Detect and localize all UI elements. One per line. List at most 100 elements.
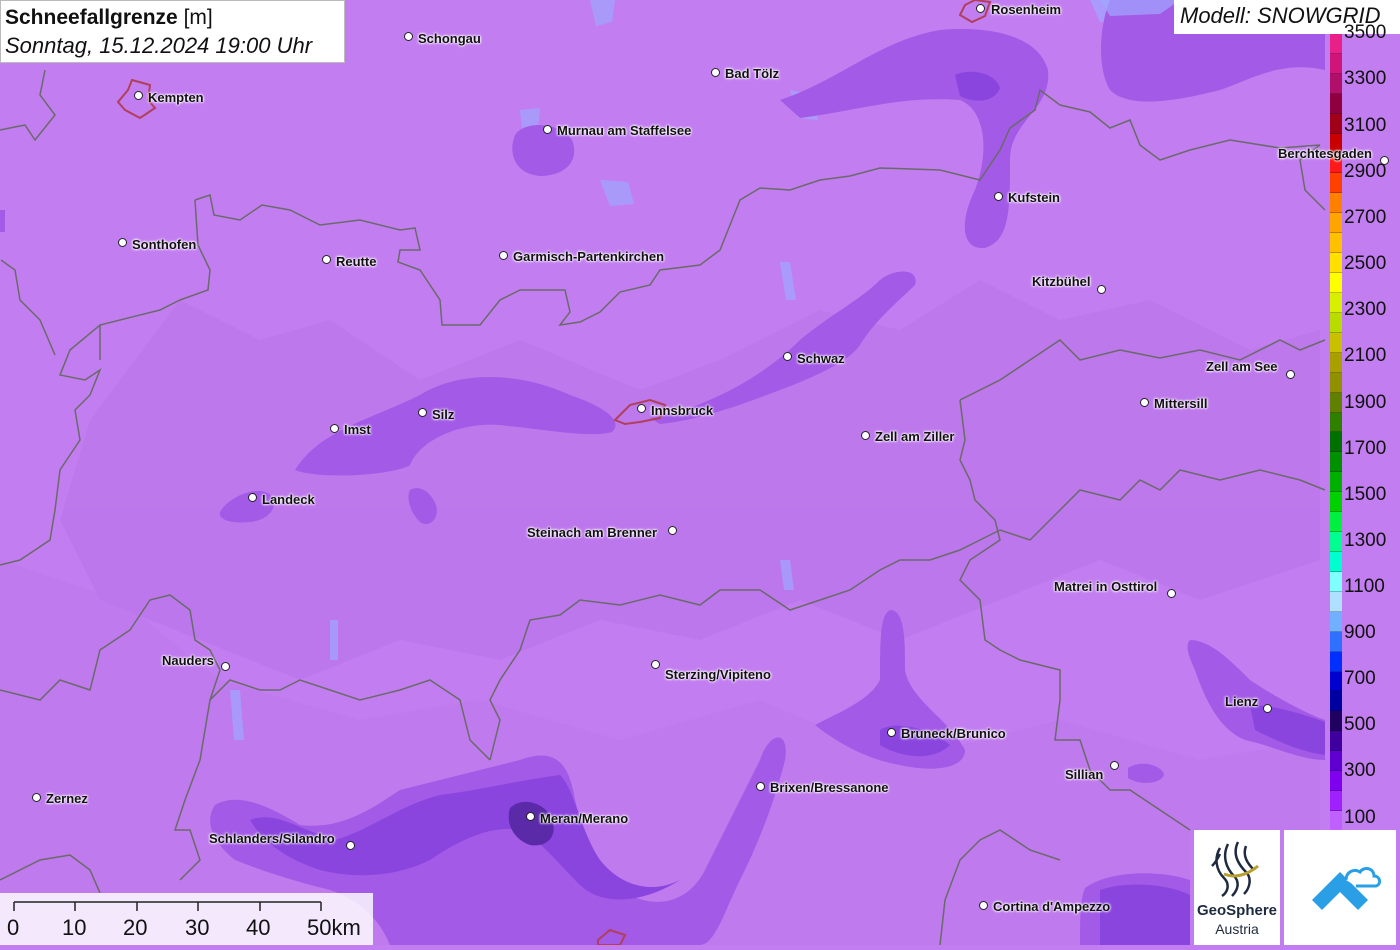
city-label-schlanders-silandro[interactable]: Schlanders/Silandro	[209, 831, 335, 846]
legend-swatch	[1330, 591, 1342, 612]
scale-label-50km: 50km	[307, 915, 361, 940]
legend-swatch	[1330, 432, 1342, 453]
city-label-reutte[interactable]: Reutte	[336, 254, 376, 269]
legend-swatch	[1330, 810, 1342, 831]
city-marker-landeck[interactable]	[248, 493, 257, 502]
city-label-nauders[interactable]: Nauders	[162, 653, 214, 668]
legend-swatch	[1330, 273, 1342, 293]
city-marker-bruneck-brunico[interactable]	[887, 728, 896, 737]
city-label-schongau[interactable]: Schongau	[418, 31, 481, 46]
legend-swatch	[1330, 312, 1342, 333]
city-marker-schongau[interactable]	[404, 32, 413, 41]
city-marker-kitzb-hel[interactable]	[1097, 285, 1106, 294]
city-marker-zell-am-see[interactable]	[1286, 370, 1295, 379]
city-label-sonthofen[interactable]: Sonthofen	[132, 237, 196, 252]
legend-swatch	[1330, 412, 1342, 433]
city-label-kitzb-hel[interactable]: Kitzbühel	[1032, 274, 1091, 289]
city-label-silz[interactable]: Silz	[432, 407, 454, 422]
geosphere-emblem-icon	[1211, 841, 1259, 898]
city-label-meran-merano[interactable]: Meran/Merano	[540, 811, 628, 826]
city-label-bruneck-brunico[interactable]: Bruneck/Brunico	[901, 726, 1006, 741]
title-panel: Schneefallgrenze [m] Sonntag, 15.12.2024…	[0, 0, 345, 63]
legend-label-100: 100	[1344, 807, 1376, 828]
city-marker-zernez[interactable]	[32, 793, 41, 802]
city-marker-brixen-bressanone[interactable]	[756, 782, 765, 791]
legend-label-1100: 1100	[1344, 576, 1385, 597]
city-marker-lienz[interactable]	[1263, 704, 1272, 713]
legend-label-2300: 2300	[1344, 299, 1387, 320]
city-label-imst[interactable]: Imst	[344, 422, 371, 437]
legend-swatch	[1330, 751, 1342, 772]
city-label-mittersill[interactable]: Mittersill	[1154, 396, 1207, 411]
legend-swatch	[1330, 392, 1342, 413]
legend-swatch	[1330, 213, 1342, 234]
legend-label-2700: 2700	[1344, 207, 1387, 228]
legend-swatch	[1330, 651, 1342, 672]
scale-label-30: 30	[185, 915, 210, 940]
city-marker-imst[interactable]	[330, 424, 339, 433]
legend-swatch	[1330, 93, 1342, 114]
city-marker-kempten[interactable]	[134, 91, 143, 100]
legend-label-900: 900	[1344, 622, 1376, 643]
city-marker-meran-merano[interactable]	[526, 812, 535, 821]
city-label-lienz[interactable]: Lienz	[1225, 694, 1258, 709]
legend-label-700: 700	[1344, 668, 1376, 689]
city-marker-steinach-am-brenner[interactable]	[668, 526, 677, 535]
city-label-sillian[interactable]: Sillian	[1065, 767, 1103, 782]
legend-swatch	[1330, 631, 1342, 652]
city-label-berchtesgaden[interactable]: Berchtesgaden	[1278, 146, 1372, 161]
snowfall-limit-map[interactable]	[0, 0, 1400, 945]
city-label-bad-t-lz[interactable]: Bad Tölz	[725, 66, 779, 81]
city-marker-schlanders-silandro[interactable]	[346, 841, 355, 850]
city-label-sterzing-vipiteno[interactable]: Sterzing/Vipiteno	[665, 667, 771, 682]
city-marker-kufstein[interactable]	[994, 192, 1003, 201]
legend-label-2100: 2100	[1344, 345, 1387, 366]
legend-swatch	[1330, 332, 1342, 353]
legend-swatch	[1330, 193, 1342, 214]
city-label-zell-am-ziller[interactable]: Zell am Ziller	[875, 429, 954, 444]
city-marker-sterzing-vipiteno[interactable]	[651, 660, 660, 669]
city-marker-matrei-in-osttirol[interactable]	[1167, 589, 1176, 598]
city-marker-murnau-am-staffelsee[interactable]	[543, 125, 552, 134]
city-label-steinach-am-brenner[interactable]: Steinach am Brenner	[527, 525, 657, 540]
legend-label-1300: 1300	[1344, 530, 1387, 551]
legend-label-1500: 1500	[1344, 484, 1387, 505]
legend-label-300: 300	[1344, 760, 1376, 781]
city-marker-silz[interactable]	[418, 408, 427, 417]
city-marker-sillian[interactable]	[1110, 761, 1119, 770]
city-marker-cortina-d-ampezzo[interactable]	[979, 901, 988, 910]
city-marker-bad-t-lz[interactable]	[711, 68, 720, 77]
snowgrid-logo[interactable]	[1284, 830, 1396, 945]
city-label-schwaz[interactable]: Schwaz	[797, 351, 845, 366]
city-label-innsbruck[interactable]: Innsbruck	[651, 403, 713, 418]
city-label-rosenheim[interactable]: Rosenheim	[991, 2, 1061, 17]
city-label-zernez[interactable]: Zernez	[46, 791, 88, 806]
city-label-landeck[interactable]: Landeck	[262, 492, 315, 507]
city-marker-zell-am-ziller[interactable]	[861, 431, 870, 440]
legend-swatch	[1330, 452, 1342, 473]
city-marker-innsbruck[interactable]	[637, 404, 646, 413]
legend-swatch	[1330, 233, 1342, 254]
city-marker-berchtesgaden[interactable]	[1380, 156, 1389, 165]
city-label-zell-am-see[interactable]: Zell am See	[1206, 359, 1278, 374]
city-marker-sonthofen[interactable]	[118, 238, 127, 247]
geosphere-logo[interactable]: GeoSphere Austria	[1194, 830, 1280, 945]
city-marker-nauders[interactable]	[221, 662, 230, 671]
city-marker-reutte[interactable]	[322, 255, 331, 264]
city-marker-rosenheim[interactable]	[976, 4, 985, 13]
legend-swatch	[1330, 53, 1342, 74]
city-marker-mittersill[interactable]	[1140, 398, 1149, 407]
scale-label-20: 20	[123, 915, 148, 940]
city-label-kufstein[interactable]: Kufstein	[1008, 190, 1060, 205]
legend-label-1900: 1900	[1344, 392, 1387, 413]
city-marker-schwaz[interactable]	[783, 352, 792, 361]
city-marker-garmisch-partenkirchen[interactable]	[499, 251, 508, 260]
city-label-garmisch-partenkirchen[interactable]: Garmisch-Partenkirchen	[513, 249, 664, 264]
city-label-kempten[interactable]: Kempten	[148, 90, 204, 105]
legend-swatch	[1330, 771, 1342, 792]
legend-swatch	[1330, 34, 1342, 54]
city-label-matrei-in-osttirol[interactable]: Matrei in Osttirol	[1054, 579, 1157, 594]
city-label-cortina-d-ampezzo[interactable]: Cortina d'Ampezzo	[993, 899, 1110, 914]
city-label-brixen-bressanone[interactable]: Brixen/Bressanone	[770, 780, 889, 795]
city-label-murnau-am-staffelsee[interactable]: Murnau am Staffelsee	[557, 123, 691, 138]
